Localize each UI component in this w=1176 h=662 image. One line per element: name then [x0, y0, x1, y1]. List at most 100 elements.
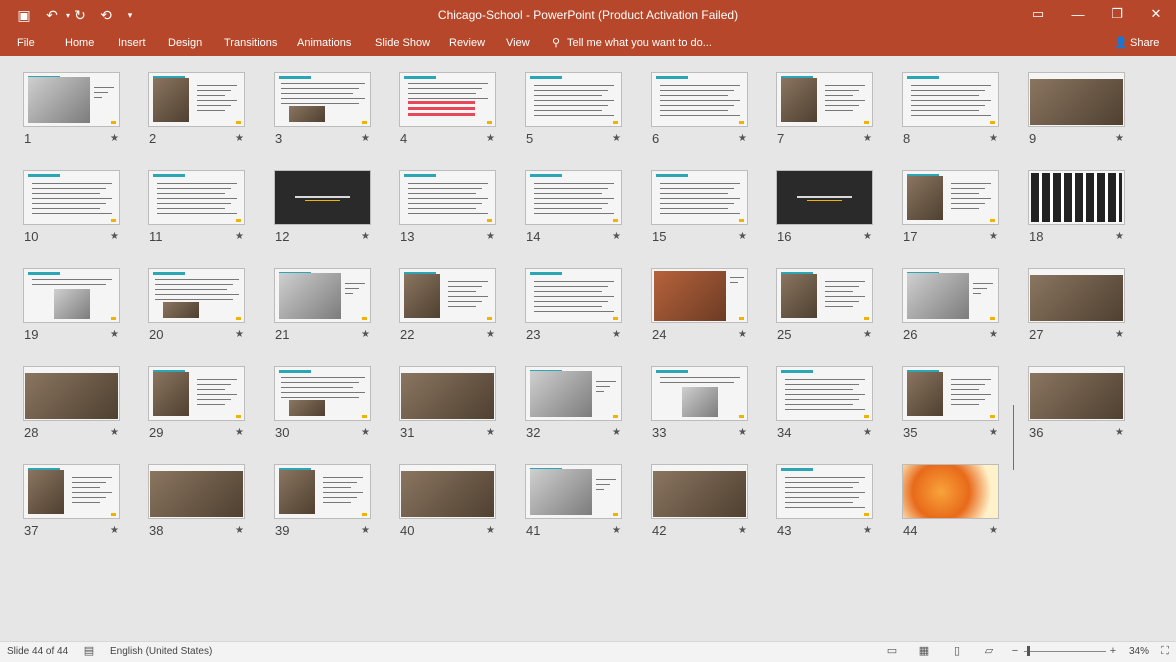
slide-thumbnail[interactable]	[776, 366, 873, 421]
slide-transition-star-icon[interactable]: ★	[486, 231, 495, 242]
slide-transition-star-icon[interactable]: ★	[863, 133, 872, 144]
slide-transition-star-icon[interactable]: ★	[738, 427, 747, 438]
slide-thumbnail[interactable]	[23, 268, 120, 323]
zoom-slider-thumb[interactable]	[1027, 646, 1030, 656]
slide-thumbnail[interactable]	[23, 464, 120, 519]
slide-thumbnail[interactable]	[1028, 72, 1125, 127]
slide-thumbnail[interactable]	[274, 72, 371, 127]
slide-thumbnail[interactable]	[23, 170, 120, 225]
slide-transition-star-icon[interactable]: ★	[361, 231, 370, 242]
slide-transition-star-icon[interactable]: ★	[989, 231, 998, 242]
slide-thumbnail[interactable]	[148, 464, 245, 519]
slide-transition-star-icon[interactable]: ★	[110, 329, 119, 340]
close-button[interactable]: ✕	[1142, 4, 1170, 24]
slide-thumbnail[interactable]	[148, 268, 245, 323]
zoom-out-button[interactable]: −	[1008, 645, 1022, 657]
slide-transition-star-icon[interactable]: ★	[486, 329, 495, 340]
slide-thumbnail[interactable]	[399, 268, 496, 323]
slide-show-view-icon[interactable]: ▱	[982, 645, 996, 657]
slide-transition-star-icon[interactable]: ★	[989, 133, 998, 144]
slide-thumbnail[interactable]	[399, 366, 496, 421]
slide-thumbnail[interactable]	[902, 170, 999, 225]
slide-transition-star-icon[interactable]: ★	[1115, 329, 1124, 340]
slide-thumbnail[interactable]	[651, 366, 748, 421]
slide-transition-star-icon[interactable]: ★	[738, 329, 747, 340]
slide-transition-star-icon[interactable]: ★	[235, 525, 244, 536]
slide-thumbnail[interactable]	[1028, 268, 1125, 323]
slide-thumbnail[interactable]	[274, 464, 371, 519]
ribbon-display-options-icon[interactable]: ▭	[1024, 4, 1052, 24]
slide-thumbnail[interactable]	[776, 464, 873, 519]
slide-thumbnail[interactable]	[525, 366, 622, 421]
slide-thumbnail[interactable]	[399, 464, 496, 519]
slide-thumbnail[interactable]	[525, 268, 622, 323]
slide-thumbnail[interactable]	[23, 366, 120, 421]
tab-file[interactable]: File	[17, 34, 35, 52]
slide-transition-star-icon[interactable]: ★	[110, 427, 119, 438]
slide-transition-star-icon[interactable]: ★	[235, 329, 244, 340]
slide-thumbnail[interactable]	[651, 72, 748, 127]
restore-button[interactable]: ❐	[1103, 4, 1131, 24]
minimize-button[interactable]: —	[1064, 4, 1092, 24]
slide-transition-star-icon[interactable]: ★	[612, 427, 621, 438]
slide-thumbnail[interactable]	[1028, 366, 1125, 421]
slide-thumbnail[interactable]	[1028, 170, 1125, 225]
slide-transition-star-icon[interactable]: ★	[863, 329, 872, 340]
fit-to-window-icon[interactable]: ⛶	[1158, 645, 1172, 657]
slide-transition-star-icon[interactable]: ★	[110, 133, 119, 144]
slide-transition-star-icon[interactable]: ★	[612, 525, 621, 536]
slide-transition-star-icon[interactable]: ★	[361, 427, 370, 438]
share-button[interactable]: Share	[1130, 33, 1159, 53]
slide-thumbnail[interactable]	[776, 268, 873, 323]
language-status[interactable]: English (United States)	[110, 645, 212, 659]
slide-thumbnail[interactable]	[902, 464, 999, 519]
slide-thumbnail[interactable]	[399, 72, 496, 127]
slide-transition-star-icon[interactable]: ★	[738, 133, 747, 144]
slide-transition-star-icon[interactable]: ★	[612, 329, 621, 340]
tab-design[interactable]: Design	[168, 34, 202, 52]
normal-view-icon[interactable]: ▭	[885, 645, 899, 657]
zoom-level[interactable]: 34%	[1129, 645, 1149, 659]
slide-transition-star-icon[interactable]: ★	[863, 525, 872, 536]
slide-transition-star-icon[interactable]: ★	[612, 133, 621, 144]
slide-sorter-view-icon[interactable]: ▦	[917, 645, 931, 657]
slide-transition-star-icon[interactable]: ★	[989, 427, 998, 438]
slide-transition-star-icon[interactable]: ★	[361, 329, 370, 340]
slide-transition-star-icon[interactable]: ★	[486, 133, 495, 144]
slide-transition-star-icon[interactable]: ★	[738, 231, 747, 242]
slide-thumbnail[interactable]	[23, 72, 120, 127]
slide-thumbnail[interactable]	[651, 170, 748, 225]
slide-transition-star-icon[interactable]: ★	[1115, 231, 1124, 242]
slide-thumbnail[interactable]	[651, 464, 748, 519]
slide-transition-star-icon[interactable]: ★	[486, 525, 495, 536]
slide-thumbnail[interactable]	[651, 268, 748, 323]
slide-transition-star-icon[interactable]: ★	[235, 133, 244, 144]
slide-thumbnail[interactable]	[902, 72, 999, 127]
slide-thumbnail[interactable]	[274, 170, 371, 225]
reading-view-icon[interactable]: ▯	[950, 645, 964, 657]
slide-transition-star-icon[interactable]: ★	[989, 525, 998, 536]
slide-transition-star-icon[interactable]: ★	[738, 525, 747, 536]
zoom-slider-track[interactable]	[1024, 651, 1106, 652]
slide-thumbnail[interactable]	[274, 268, 371, 323]
tab-animations[interactable]: Animations	[297, 34, 351, 52]
slide-transition-star-icon[interactable]: ★	[361, 525, 370, 536]
spell-check-icon[interactable]: ▤	[82, 645, 96, 657]
slide-transition-star-icon[interactable]: ★	[235, 231, 244, 242]
slide-transition-star-icon[interactable]: ★	[235, 427, 244, 438]
slide-transition-star-icon[interactable]: ★	[1115, 427, 1124, 438]
slide-transition-star-icon[interactable]: ★	[1115, 133, 1124, 144]
tab-slide-show[interactable]: Slide Show	[375, 34, 430, 52]
zoom-in-button[interactable]: +	[1106, 645, 1120, 657]
slide-thumbnail[interactable]	[399, 170, 496, 225]
slide-thumbnail[interactable]	[776, 170, 873, 225]
tab-insert[interactable]: Insert	[118, 34, 146, 52]
slide-thumbnail[interactable]	[525, 170, 622, 225]
slide-thumbnail[interactable]	[148, 366, 245, 421]
tab-home[interactable]: Home	[65, 34, 94, 52]
slide-thumbnail[interactable]	[148, 72, 245, 127]
slide-transition-star-icon[interactable]: ★	[486, 427, 495, 438]
slide-transition-star-icon[interactable]: ★	[863, 427, 872, 438]
tell-me-search[interactable]: Tell me what you want to do...	[567, 34, 712, 52]
slide-transition-star-icon[interactable]: ★	[989, 329, 998, 340]
